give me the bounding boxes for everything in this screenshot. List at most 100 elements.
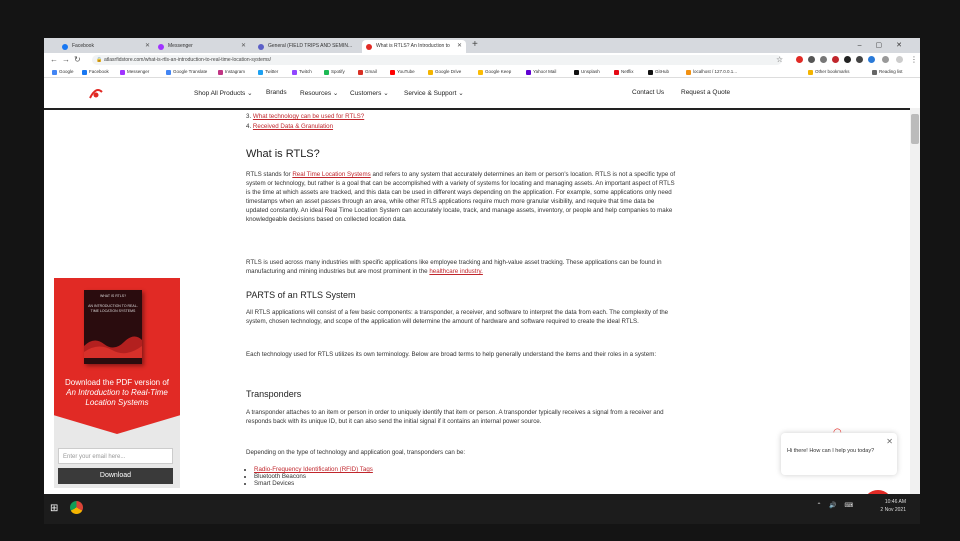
bookmark-label: Google Keep: [485, 69, 512, 74]
close-icon[interactable]: ✕: [457, 40, 462, 53]
tab-label: Messenger: [168, 43, 193, 49]
bookmark-localhost[interactable]: localhost / 127.0.0.1...: [686, 67, 737, 77]
paragraph: Depending on the type of technology and …: [246, 449, 466, 456]
extension-icon[interactable]: [820, 56, 827, 63]
facebook-icon: [62, 44, 68, 50]
extension-icon[interactable]: [796, 56, 803, 63]
pdf-promo-sidebar: WHAT IS RTLS? AN INTRODUCTION TO REAL-TI…: [54, 278, 180, 488]
tab-messenger[interactable]: Messenger ✕: [154, 40, 250, 53]
bookmark-youtube[interactable]: YouTube: [390, 67, 415, 77]
window-controls[interactable]: –▢✕: [858, 38, 916, 53]
back-icon[interactable]: ←: [50, 53, 58, 67]
rtls-link[interactable]: Real Time Location Systems: [292, 171, 370, 178]
tab-teams[interactable]: General (FIELD TRIPS AND SEMIN...: [254, 40, 362, 53]
text: RTLS stands for: [246, 171, 293, 178]
clock[interactable]: 10:46 AM 2 Nov 2021: [880, 498, 906, 514]
bookmark-star-icon[interactable]: ☆: [776, 53, 783, 67]
extension-icon[interactable]: [832, 56, 839, 63]
tab-rtls[interactable]: What is RTLS? An Introduction to ✕: [362, 40, 466, 53]
spotify-icon: [324, 70, 329, 75]
bookmark-yahoo[interactable]: Yahoo! Mail: [526, 67, 556, 77]
paragraph: A transponder attaches to an item or per…: [246, 409, 664, 425]
bookmark-facebook[interactable]: Facebook: [82, 67, 109, 77]
bookmark-netflix[interactable]: Netflix: [614, 67, 634, 77]
bookmark-gmail[interactable]: Gmail: [358, 67, 377, 77]
taskbar: ⊞ ⌃ 🔊 ⌨ 10:46 AM 2 Nov 2021: [44, 494, 920, 524]
new-tab-button[interactable]: +: [472, 39, 478, 50]
bookmark-unsplash[interactable]: Unsplash: [574, 67, 600, 77]
download-button[interactable]: Download: [58, 468, 173, 484]
toc-link[interactable]: Received Data & Granulation: [253, 123, 333, 130]
site-icon: [366, 44, 372, 50]
tab-facebook[interactable]: Facebook ✕: [58, 40, 154, 53]
bookmark-twitter[interactable]: Twitter: [258, 67, 278, 77]
bookmark-github[interactable]: GitHub: [648, 67, 669, 77]
menu-icon[interactable]: ⋮: [910, 53, 918, 67]
site-logo[interactable]: [88, 86, 104, 100]
book-label: WHAT IS RTLS?: [99, 294, 127, 298]
close-icon[interactable]: ✕: [145, 40, 150, 53]
reload-icon[interactable]: ↻: [74, 53, 81, 67]
chrome-icon[interactable]: [70, 501, 83, 514]
bookmark-google[interactable]: Google: [52, 67, 74, 77]
windows-start-icon[interactable]: ⊞: [50, 503, 58, 514]
rfid-link[interactable]: Radio-Frequency Identification (RFID) Ta…: [254, 466, 373, 473]
bookmark-other[interactable]: Other bookmarks: [808, 67, 850, 77]
nav-label: Resources: [300, 90, 332, 97]
avatar[interactable]: [896, 56, 903, 63]
extension-icon[interactable]: [844, 56, 851, 63]
youtube-icon: [390, 70, 395, 75]
puzzle-icon[interactable]: [882, 56, 889, 63]
bookmark-label: Twitch: [299, 69, 312, 74]
close-icon[interactable]: ✕: [886, 437, 893, 446]
contact-us-link[interactable]: Contact Us: [632, 89, 664, 96]
twitter-icon: [258, 70, 263, 75]
bookmark-spotify[interactable]: Spotify: [324, 67, 345, 77]
nav-label: Service & Support: [404, 90, 457, 97]
promo-line: Download the PDF version of: [64, 378, 170, 387]
promo-banner: WHAT IS RTLS? AN INTRODUCTION TO REAL-TI…: [54, 278, 180, 434]
address-row: ← → ↻ 🔒 atlasrfidstore.com/what-is-rtls-…: [44, 53, 920, 67]
system-tray-icons[interactable]: ⌃ 🔊 ⌨: [817, 502, 857, 509]
bookmark-translate[interactable]: Google Translate: [166, 67, 207, 77]
toc-item[interactable]: 3. What technology can be used for RTLS?: [246, 112, 676, 121]
nav-brands[interactable]: Brands: [266, 89, 287, 96]
bookmark-instagram[interactable]: Instagram: [218, 67, 245, 77]
translate-icon: [166, 70, 171, 75]
extension-icon[interactable]: [808, 56, 815, 63]
chat-popup[interactable]: ◠ ✕ Hi there! How can I help you today?: [781, 427, 897, 475]
nav-service-support[interactable]: Service & Support ⌄: [404, 89, 464, 97]
bookmark-label: Yahoo! Mail: [533, 69, 557, 74]
toc-link[interactable]: What technology can be used for RTLS?: [253, 113, 364, 120]
extension-icon[interactable]: [868, 56, 875, 63]
bookmark-label: Google: [59, 69, 74, 74]
reading-list-icon: [872, 70, 877, 75]
bookmark-reading-list[interactable]: Reading list: [872, 67, 903, 77]
nav-resources[interactable]: Resources ⌄: [300, 89, 338, 97]
promo-text: Download the PDF version of An Introduct…: [60, 378, 174, 408]
email-input[interactable]: Enter your email here...: [58, 448, 173, 464]
bookmark-label: Messenger: [127, 69, 150, 74]
request-quote-link[interactable]: Request a Quote: [681, 89, 730, 96]
nav-customers[interactable]: Customers ⌄: [350, 89, 389, 97]
messenger-icon: [158, 44, 164, 50]
extension-icon[interactable]: [856, 56, 863, 63]
bookmark-keep[interactable]: Google Keep: [478, 67, 511, 77]
scrollbar-thumb[interactable]: [911, 114, 919, 144]
healthcare-link[interactable]: healthcare industry.: [429, 268, 483, 275]
book-cover-image: WHAT IS RTLS? AN INTRODUCTION TO REAL-TI…: [84, 290, 142, 364]
keep-icon: [478, 70, 483, 75]
nav-shop-all[interactable]: Shop All Products ⌄: [194, 89, 253, 97]
close-icon[interactable]: ✕: [241, 40, 246, 53]
page-scrollbar[interactable]: [910, 108, 920, 524]
bookmark-twitch[interactable]: Twitch: [292, 67, 312, 77]
bookmark-messenger[interactable]: Messenger: [120, 67, 149, 77]
nav-label: Brands: [266, 89, 287, 96]
bookmark-drive[interactable]: Google Drive: [428, 67, 461, 77]
list-item[interactable]: Radio-Frequency Identification (RFID) Ta…: [254, 466, 684, 473]
toc-item[interactable]: 4. Received Data & Granulation: [246, 122, 676, 131]
bookmark-label: Instagram: [225, 69, 246, 74]
address-bar[interactable]: 🔒 atlasrfidstore.com/what-is-rtls-an-int…: [92, 55, 782, 65]
list-item: Bluetooth Beacons: [254, 473, 684, 480]
forward-icon[interactable]: →: [62, 53, 70, 67]
